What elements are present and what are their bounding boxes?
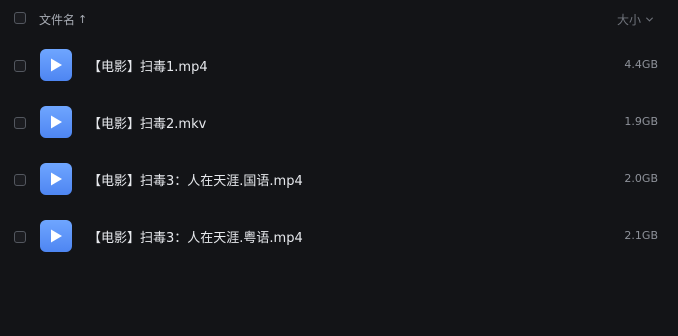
file-list-header: 文件名 ↑ 大小	[0, 0, 678, 38]
video-play-icon	[40, 106, 72, 138]
file-name[interactable]: 【电影】扫毒2.mkv	[88, 113, 206, 132]
name-column-label: 文件名	[39, 13, 76, 27]
file-name[interactable]: 【电影】扫毒1.mp4	[88, 56, 208, 75]
sort-by-name-button[interactable]: 文件名 ↑	[39, 11, 87, 28]
video-play-icon	[40, 49, 72, 81]
file-size: 4.4GB	[624, 58, 658, 71]
row-checkbox[interactable]	[14, 60, 26, 72]
size-column-label: 大小	[616, 13, 641, 27]
file-size: 2.0GB	[624, 172, 658, 185]
sort-by-size-button[interactable]: 大小	[617, 11, 654, 28]
row-checkbox[interactable]	[14, 174, 26, 186]
file-row[interactable]: 【电影】扫毒3：人在天涯.国语.mp4 2.0GB	[0, 151, 678, 208]
chevron-down-icon	[645, 17, 654, 22]
video-play-icon	[40, 163, 72, 195]
video-play-icon	[40, 220, 72, 252]
file-name[interactable]: 【电影】扫毒3：人在天涯.粤语.mp4	[88, 227, 303, 246]
arrow-up-icon: ↑	[78, 13, 88, 26]
file-name[interactable]: 【电影】扫毒3：人在天涯.国语.mp4	[88, 170, 303, 189]
file-size: 2.1GB	[624, 229, 658, 242]
row-checkbox[interactable]	[14, 117, 26, 129]
file-row[interactable]: 【电影】扫毒1.mp4 4.4GB	[0, 37, 678, 94]
row-checkbox[interactable]	[14, 231, 26, 243]
file-row[interactable]: 【电影】扫毒2.mkv 1.9GB	[0, 94, 678, 151]
select-all-checkbox[interactable]	[14, 12, 26, 24]
file-row[interactable]: 【电影】扫毒3：人在天涯.粤语.mp4 2.1GB	[0, 208, 678, 265]
file-size: 1.9GB	[624, 115, 658, 128]
